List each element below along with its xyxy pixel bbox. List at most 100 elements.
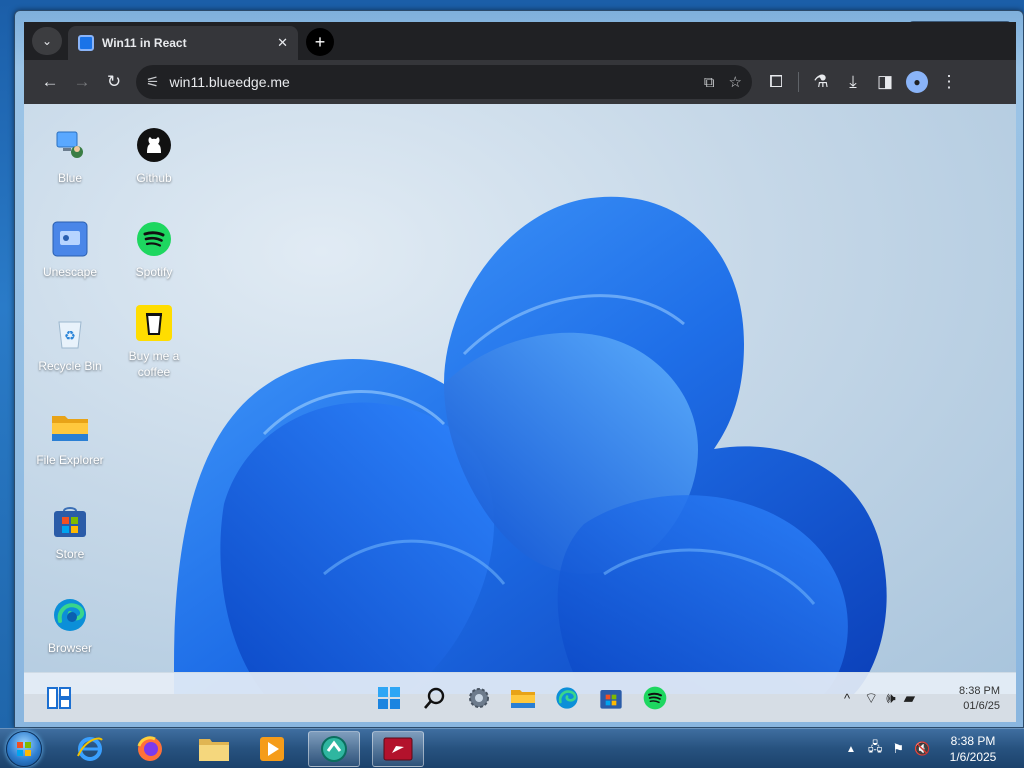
github-icon: [135, 126, 173, 164]
store-taskbar-button[interactable]: [596, 683, 626, 713]
desktop-icon-label: Recycle Bin: [38, 359, 102, 373]
desktop-icon-buy-me-a-coffee[interactable]: Buy me a coffee: [112, 304, 196, 380]
labs-flask-icon[interactable]: ⚗: [805, 66, 837, 98]
store-icon: [51, 502, 89, 540]
chevron-down-icon: ⌄: [41, 34, 53, 48]
firefox-icon: [137, 736, 162, 761]
avatar-icon: ●: [906, 71, 928, 93]
profile-avatar[interactable]: ●: [901, 66, 933, 98]
win7-date: 1/6/2025: [949, 750, 997, 764]
side-panel-icon[interactable]: ◨: [869, 66, 901, 98]
tray-chevron-icon[interactable]: ^: [844, 691, 850, 706]
media-player-icon: [260, 737, 284, 761]
search-icon: [424, 687, 445, 709]
internet-explorer-icon: [77, 737, 103, 761]
desktop-icon-browser[interactable]: Browser: [28, 596, 112, 656]
desktop-icon-label: Buy me a coffee: [128, 349, 180, 379]
recycle-bin-icon: ♻: [51, 314, 89, 352]
store-icon: [600, 690, 622, 709]
explorer-taskbar-button[interactable]: [188, 731, 240, 767]
start-button[interactable]: [374, 683, 404, 713]
desktop-icon-label: Github: [136, 171, 172, 185]
browser-toolbar: ← → ↻ ⚟ win11.blueedge.me ⧉ ☆ ⧠ ⚗ ⤓ ◨ ● …: [24, 60, 1016, 104]
settings-button[interactable]: [464, 683, 494, 713]
unescape-icon: [51, 220, 89, 258]
desktop-icon-label: File Explorer: [36, 453, 104, 467]
battery-icon[interactable]: ▰: [904, 689, 916, 707]
win7-start-orb[interactable]: [6, 731, 42, 767]
gear-icon: [469, 688, 489, 708]
win11-time: 8:38 PM: [959, 685, 1000, 697]
chrome-window: ⌄ Win11 in React ✕ + ← → ↻ ⚟ win11.bluee…: [24, 22, 1016, 722]
windows-logo-icon: [17, 742, 31, 756]
bloom-wallpaper: [174, 196, 887, 694]
tab-close-icon[interactable]: ✕: [277, 35, 288, 51]
win11-clock[interactable]: 8:38 PM 01/6/25: [950, 684, 1000, 714]
folder-icon: [51, 408, 89, 446]
computer-icon: [51, 126, 89, 164]
bookmark-star-icon[interactable]: ☆: [729, 73, 742, 91]
tab-strip: ⌄ Win11 in React ✕ +: [24, 22, 1016, 60]
desktop-icon-label: Blue: [57, 171, 83, 185]
desktop-icon-file-explorer[interactable]: File Explorer: [28, 408, 112, 468]
address-bar[interactable]: ⚟ win11.blueedge.me ⧉ ☆: [136, 65, 752, 99]
edge-icon: [556, 687, 578, 709]
action-center-flag-icon[interactable]: ⚑: [892, 741, 904, 757]
win7-taskbar: ▲ 🖧 ⚑ 🔇 8:38 PM 1/6/2025: [0, 728, 1024, 768]
new-tab-button[interactable]: +: [306, 28, 334, 56]
desktop-icon-recycle-bin[interactable]: ♻ Recycle Bin: [28, 314, 112, 374]
back-icon[interactable]: ←: [34, 66, 66, 98]
menu-kebab-icon[interactable]: ⋮: [933, 66, 965, 98]
remote-app-taskbar-button[interactable]: [308, 731, 360, 767]
toolbar-divider: [798, 72, 799, 92]
reload-icon[interactable]: ↻: [98, 66, 130, 98]
desktop-icon-unescape[interactable]: Unescape: [28, 220, 112, 280]
media-player-taskbar-button[interactable]: [246, 731, 298, 767]
desktop-icon-store[interactable]: Store: [28, 502, 112, 562]
extensions-icon[interactable]: ⧠: [760, 66, 792, 98]
edge-icon: [51, 596, 89, 634]
widgets-button[interactable]: [44, 683, 74, 713]
wifi-icon[interactable]: ⌔: [864, 689, 878, 708]
win11-tray: ^ ⌔ 🕪 ▰: [844, 673, 915, 722]
tab-search-button[interactable]: ⌄: [32, 27, 62, 55]
svg-text:♻: ♻: [64, 329, 76, 344]
volume-muted-icon[interactable]: 🔇: [914, 741, 930, 757]
search-button[interactable]: [420, 683, 450, 713]
tab-win11[interactable]: Win11 in React ✕: [68, 26, 298, 60]
tab-title: Win11 in React: [102, 36, 187, 50]
chrome-taskbar-button[interactable]: [372, 731, 424, 767]
win7-time: 8:38 PM: [950, 734, 996, 748]
win11-taskbar: ^ ⌔ 🕪 ▰ 8:38 PM 01/6/25: [24, 672, 1016, 722]
folder-icon: [199, 739, 229, 761]
desktop-icon-github[interactable]: Github: [112, 126, 196, 186]
file-explorer-taskbar-button[interactable]: [508, 683, 538, 713]
remote-desktop-icon: [321, 736, 347, 762]
folder-icon: [511, 690, 535, 708]
forward-icon[interactable]: →: [66, 66, 98, 98]
desktop-icon-label: Unescape: [42, 265, 98, 279]
install-app-icon[interactable]: ⧉: [704, 74, 715, 91]
ie-taskbar-button[interactable]: [64, 731, 116, 767]
spotify-icon: [135, 220, 173, 258]
tray-expand-icon[interactable]: ▲: [846, 744, 856, 755]
widgets-icon: [47, 687, 71, 709]
win7-clock[interactable]: 8:38 PM 1/6/2025: [940, 733, 1006, 765]
desktop-icon-blue[interactable]: Blue: [28, 126, 112, 186]
network-icon[interactable]: 🖧: [868, 738, 883, 760]
spotify-taskbar-button[interactable]: [640, 683, 670, 713]
win11-date: 01/6/25: [963, 700, 1000, 712]
volume-icon[interactable]: 🕪: [886, 690, 895, 707]
downloads-icon[interactable]: ⤓: [837, 66, 869, 98]
win7-tray: ▲ 🖧 ⚑ 🔇: [846, 729, 930, 768]
site-info-icon[interactable]: ⚟: [146, 73, 159, 91]
windows-start-icon: [378, 687, 400, 709]
desktop-icon-label: Browser: [47, 641, 92, 655]
firefox-taskbar-button[interactable]: [124, 731, 176, 767]
desktop-icon-label: Spotify: [135, 265, 173, 279]
desktop-icon-spotify[interactable]: Spotify: [112, 220, 196, 280]
spotify-icon: [643, 686, 667, 710]
coffee-icon: [135, 304, 173, 342]
url-text[interactable]: win11.blueedge.me: [169, 74, 689, 90]
edge-taskbar-button[interactable]: [552, 683, 582, 713]
